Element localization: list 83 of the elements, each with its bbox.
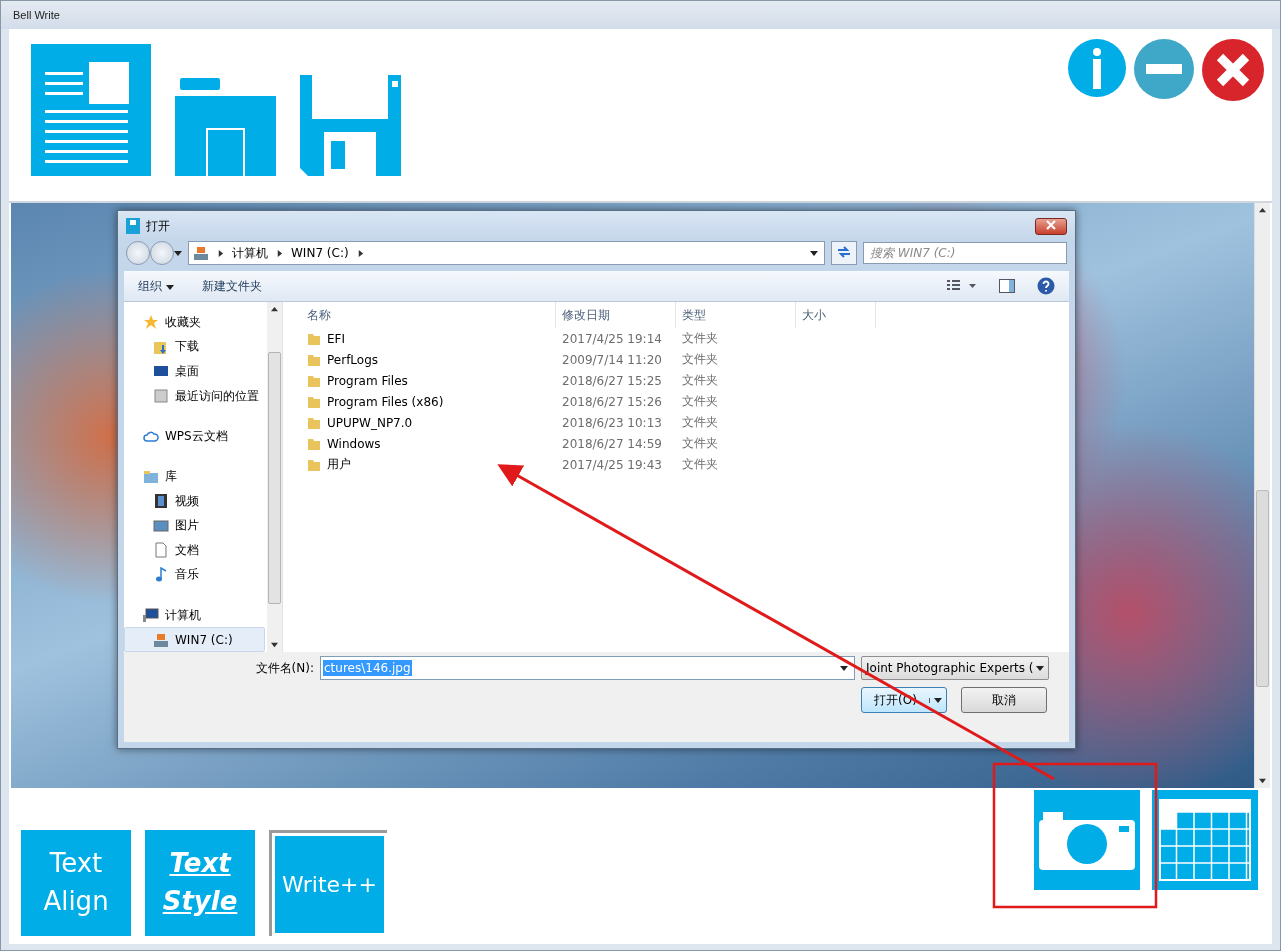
info-icon[interactable] bbox=[1068, 39, 1126, 97]
dialog-title: 打开 bbox=[146, 217, 170, 235]
scroll-up-icon bbox=[1259, 207, 1266, 214]
caret-icon bbox=[1036, 665, 1044, 671]
command-button[interactable]: 组织 bbox=[138, 277, 174, 295]
nav-item[interactable]: 下载 bbox=[124, 334, 265, 360]
chevron-icon bbox=[217, 249, 224, 257]
breadcrumb-item[interactable]: 计算机 bbox=[232, 244, 268, 262]
address-bar[interactable]: 计算机 WIN7 (C:) bbox=[188, 241, 825, 265]
scrollbar[interactable] bbox=[1254, 203, 1270, 788]
back-button[interactable] bbox=[126, 241, 150, 265]
app-icon bbox=[126, 218, 140, 234]
folder-icon bbox=[307, 331, 321, 346]
nav-item[interactable]: WPS云文档 bbox=[124, 424, 265, 449]
file-row[interactable]: Windows 2018/6/27 14:59 文件夹 bbox=[301, 433, 1069, 454]
nav-item[interactable]: 桌面 bbox=[124, 359, 265, 384]
music-note-icon bbox=[153, 566, 169, 583]
file-row[interactable]: Program Files 2018/6/27 15:25 文件夹 bbox=[301, 370, 1069, 391]
preview-pane-icon[interactable] bbox=[999, 279, 1015, 293]
nav-item[interactable]: 收藏夹 bbox=[124, 310, 265, 335]
cancel-button[interactable]: 取消 bbox=[961, 687, 1047, 713]
nav-item[interactable]: WIN7 (C:) bbox=[124, 627, 265, 653]
command-button[interactable]: 新建文件夹 bbox=[201, 277, 262, 295]
folder-icon bbox=[307, 415, 321, 430]
calendar-button[interactable] bbox=[1152, 790, 1258, 890]
close-icon bbox=[1046, 219, 1056, 230]
minimize-icon[interactable] bbox=[1134, 39, 1194, 99]
close-icon[interactable] bbox=[1202, 39, 1264, 101]
file-row[interactable]: EFI 2017/4/25 19:14 文件夹 bbox=[301, 328, 1069, 349]
search-field[interactable]: 搜索 WIN7 (C:) bbox=[863, 242, 1067, 264]
file-row[interactable]: UPUPW_NP7.0 2018/6/23 10:13 文件夹 bbox=[301, 412, 1069, 433]
refresh-button[interactable] bbox=[831, 241, 857, 265]
folder-icon[interactable] bbox=[175, 78, 276, 176]
caret-icon bbox=[934, 697, 942, 703]
file-row[interactable]: PerfLogs 2009/7/14 11:20 文件夹 bbox=[301, 349, 1069, 370]
scroll-up-icon bbox=[271, 306, 278, 313]
drive-icon bbox=[193, 245, 209, 261]
caret-icon bbox=[810, 250, 818, 256]
filename-label: 文件名(N): bbox=[255, 659, 314, 677]
drive-icon bbox=[153, 631, 169, 648]
scroll-down-icon bbox=[1259, 777, 1266, 784]
caret-icon bbox=[165, 284, 174, 290]
folder-icon bbox=[307, 373, 321, 388]
folder-icon bbox=[307, 352, 321, 367]
library-icon bbox=[143, 468, 159, 485]
nav-item[interactable]: 库 bbox=[124, 464, 265, 489]
chevron-icon bbox=[276, 249, 283, 257]
column-header[interactable]: 大小 bbox=[796, 302, 876, 328]
window-title: Bell Write bbox=[13, 9, 60, 21]
computer-icon bbox=[143, 607, 159, 624]
nav-item[interactable]: 视频 bbox=[124, 488, 265, 514]
recent-places-icon bbox=[153, 388, 169, 404]
nav-item[interactable]: 计算机 bbox=[124, 602, 265, 628]
forward-button[interactable] bbox=[150, 241, 174, 265]
refresh-icon bbox=[836, 244, 852, 259]
film-icon bbox=[153, 493, 169, 510]
chevron-icon bbox=[356, 249, 364, 257]
camera-button[interactable] bbox=[1034, 790, 1140, 890]
caret-icon bbox=[840, 665, 848, 671]
scroll-down-icon bbox=[271, 641, 278, 648]
star-icon bbox=[143, 314, 159, 331]
picture-icon bbox=[153, 517, 169, 534]
scrollbar[interactable] bbox=[267, 302, 282, 652]
folder-icon bbox=[307, 394, 321, 409]
document-icon[interactable] bbox=[31, 44, 151, 176]
nav-item[interactable]: 最近访问的位置 bbox=[124, 383, 265, 409]
nav-item[interactable]: 音乐 bbox=[124, 562, 265, 588]
nav-item[interactable]: 图片 bbox=[124, 513, 265, 539]
history-caret-icon bbox=[174, 250, 182, 256]
view-options-icon[interactable] bbox=[947, 279, 977, 293]
file-row[interactable]: 用户 2017/4/25 19:43 文件夹 bbox=[301, 454, 1069, 475]
column-header[interactable]: 修改日期 bbox=[556, 302, 676, 328]
file-row[interactable]: Program Files (x86) 2018/6/27 15:26 文件夹 bbox=[301, 391, 1069, 412]
help-icon[interactable] bbox=[1037, 277, 1055, 295]
close-button[interactable] bbox=[1035, 217, 1067, 235]
column-header[interactable]: 类型 bbox=[676, 302, 796, 328]
folder-icon bbox=[307, 457, 321, 472]
breadcrumb-item[interactable]: WIN7 (C:) bbox=[291, 246, 349, 260]
document-icon bbox=[153, 542, 169, 559]
file-type-dropdown[interactable]: Joint Photographic Experts ( bbox=[861, 656, 1049, 680]
nav-item[interactable]: 文档 bbox=[124, 538, 265, 563]
folder-icon bbox=[307, 436, 321, 451]
column-header[interactable]: 名称 bbox=[301, 302, 556, 328]
